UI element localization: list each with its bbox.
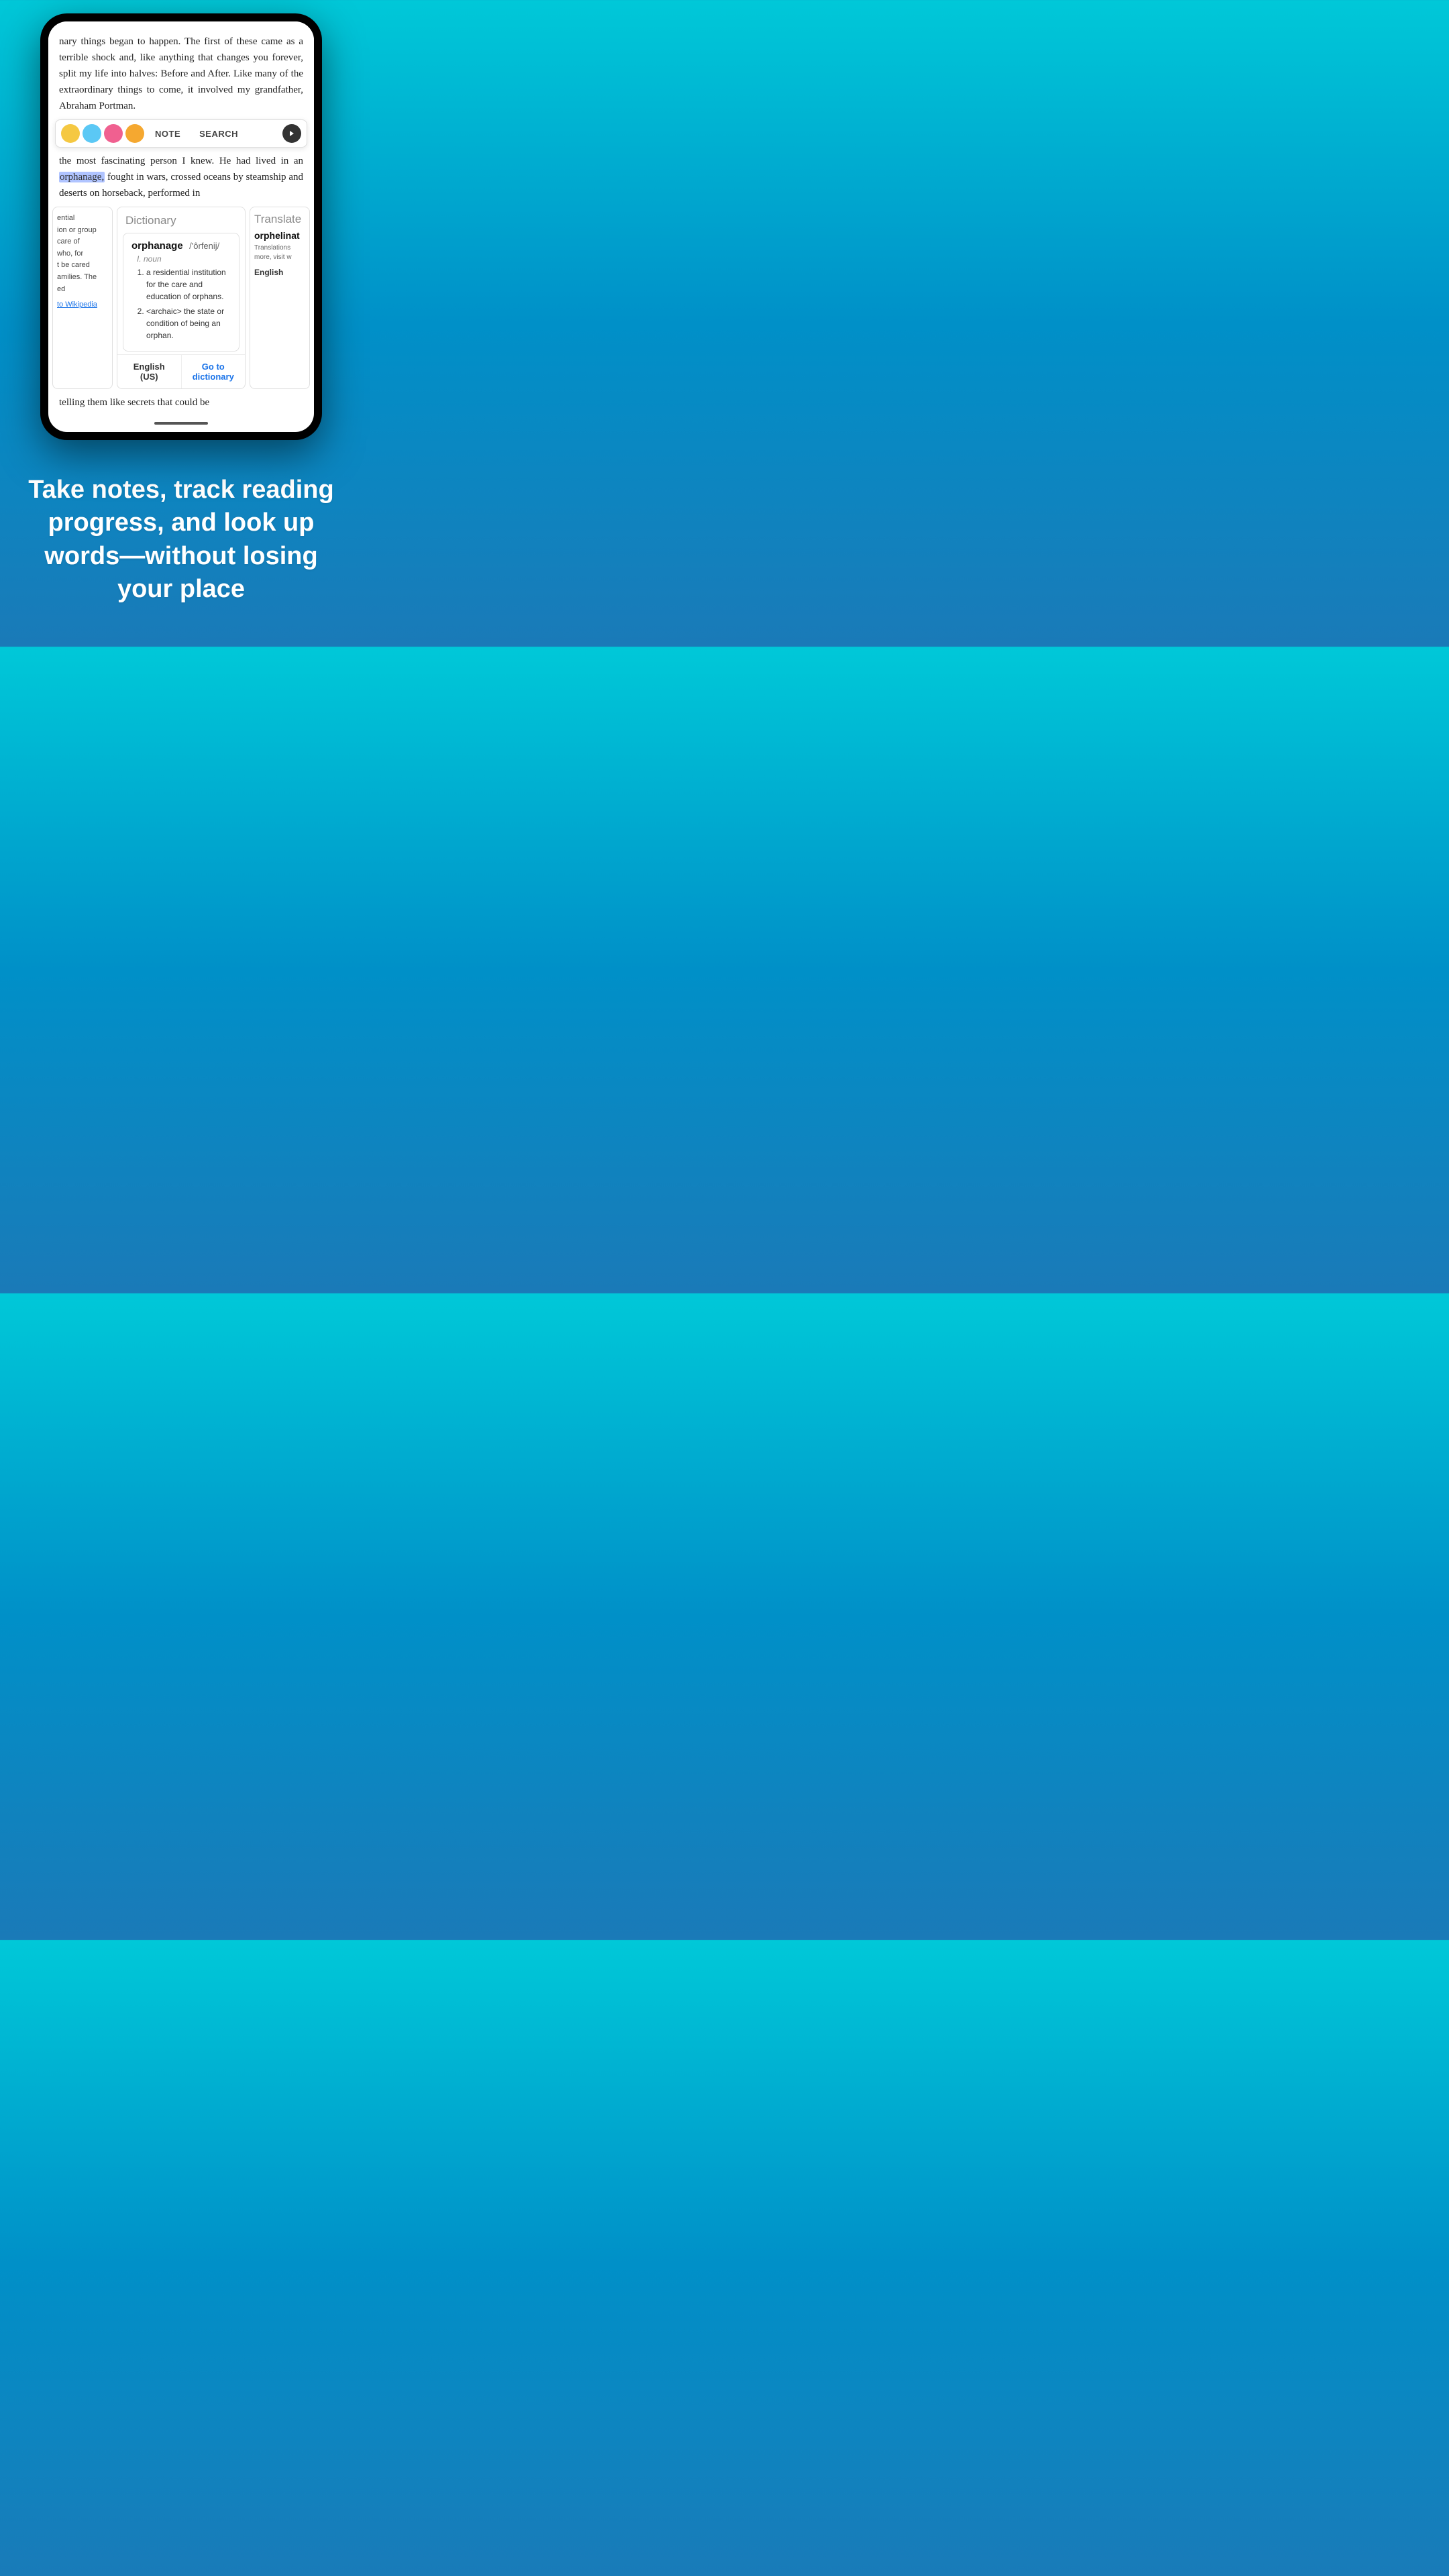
color-blue-button[interactable]: [83, 124, 101, 143]
dictionary-header: Dictionary: [117, 207, 245, 230]
tagline-section: Take notes, track reading progress, and …: [0, 440, 362, 647]
dictionary-def-1: a residential institution for the care a…: [146, 266, 231, 303]
phone-bottom-bar: [48, 419, 314, 432]
translate-header: Translate: [254, 213, 305, 226]
dictionary-footer: English (US) Go to dictionary: [117, 354, 245, 388]
book-text-bottom: telling them like secrets that could be: [48, 394, 314, 419]
note-button[interactable]: NOTE: [147, 126, 189, 142]
dictionary-pronunciation: /'ôrfenij/: [189, 241, 219, 251]
phone-frame: nary things began to happen. The first o…: [40, 13, 322, 440]
book-text-before-highlight: the most fascinating person I knew. He h…: [59, 156, 303, 166]
left-panel: ential ion or group care of who, for t b…: [52, 207, 113, 389]
go-to-dictionary-button[interactable]: Go to dictionary: [181, 355, 246, 388]
translations-description: Translations more, visit w: [254, 244, 305, 262]
search-button[interactable]: SEARCH: [191, 126, 246, 142]
dictionary-pos: I. noun: [137, 254, 231, 264]
book-text-top: nary things began to happen. The first o…: [48, 21, 314, 114]
panels-row: ential ion or group care of who, for t b…: [48, 207, 314, 394]
phone-screen: nary things began to happen. The first o…: [48, 21, 314, 432]
dictionary-panel: Dictionary orphanage /'ôrfenij/ I. noun …: [117, 207, 246, 389]
translate-language-button[interactable]: English: [254, 268, 305, 277]
dictionary-word: orphanage: [131, 240, 183, 252]
home-indicator: [154, 422, 208, 425]
dictionary-definitions: a residential institution for the care a…: [131, 266, 231, 341]
highlighted-word[interactable]: orphanage,: [59, 172, 105, 182]
book-text-middle: the most fascinating person I knew. He h…: [48, 153, 314, 201]
highlight-toolbar: NOTE SEARCH: [55, 119, 307, 148]
translated-word: orphelinat: [254, 230, 305, 241]
dictionary-word-line: orphanage /'ôrfenij/: [131, 240, 231, 252]
wikipedia-link[interactable]: to Wikipedia: [57, 301, 108, 309]
dictionary-entry: orphanage /'ôrfenij/ I. noun a residenti…: [123, 233, 239, 352]
left-panel-text: ential ion or group care of who, for t b…: [57, 213, 108, 295]
color-pink-button[interactable]: [104, 124, 123, 143]
translate-panel: Translate orphelinat Translations more, …: [250, 207, 310, 389]
dictionary-language-button[interactable]: English (US): [117, 355, 181, 388]
phone-container: nary things began to happen. The first o…: [0, 0, 362, 440]
more-options-button[interactable]: [282, 124, 301, 143]
tagline-text: Take notes, track reading progress, and …: [20, 474, 342, 606]
dictionary-def-2: <archaic> the state or condition of bein…: [146, 305, 231, 341]
color-yellow-button[interactable]: [61, 124, 80, 143]
color-orange-button[interactable]: [125, 124, 144, 143]
